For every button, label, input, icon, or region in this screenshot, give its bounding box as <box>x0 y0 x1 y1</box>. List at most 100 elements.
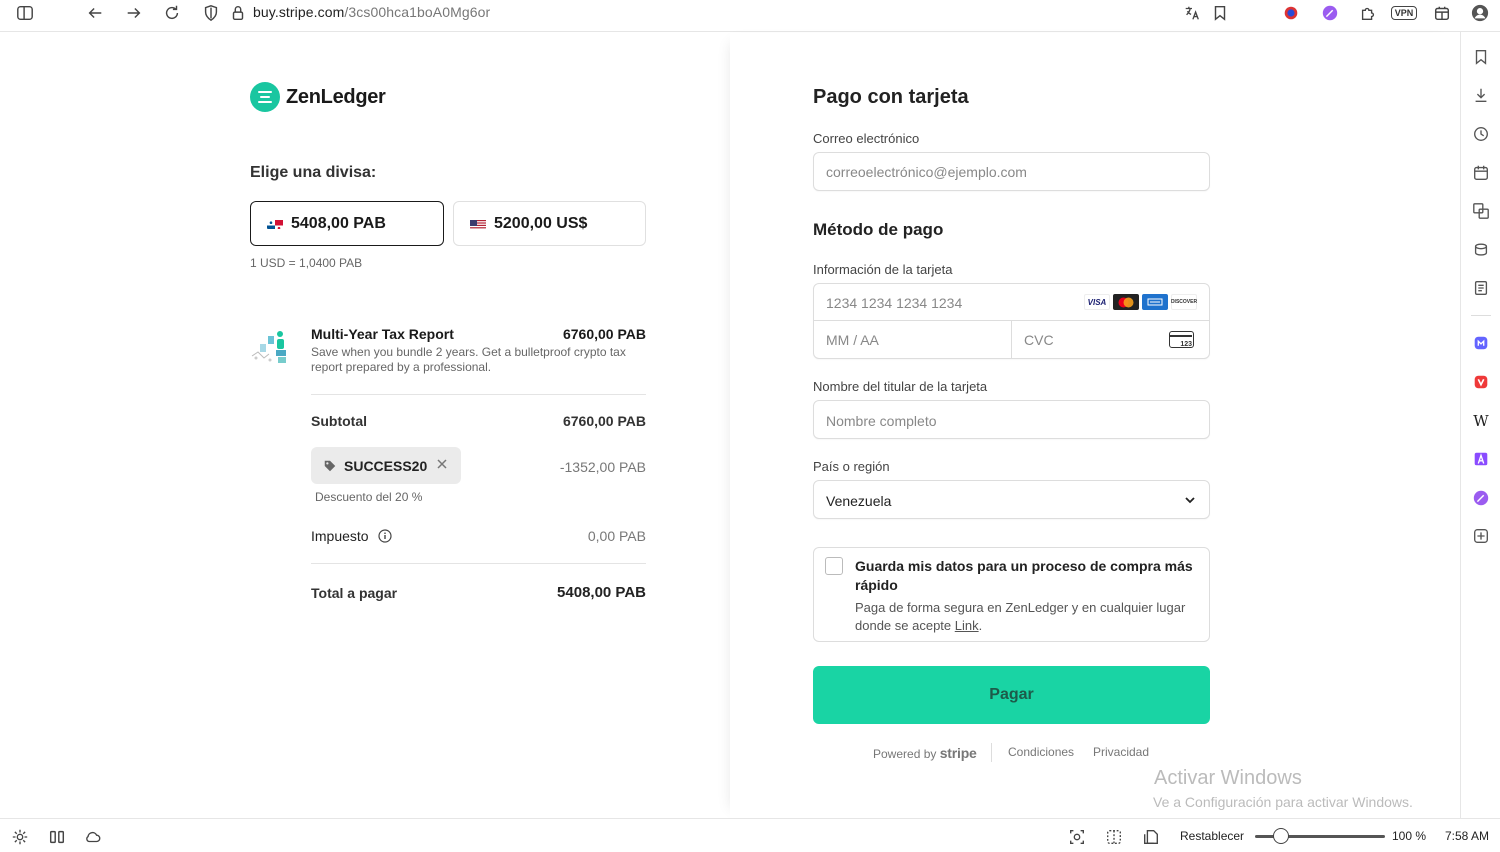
save-info-checkbox[interactable] <box>825 557 843 575</box>
extension-feather-sidebar-icon[interactable] <box>1470 487 1492 509</box>
divider <box>311 563 646 564</box>
extensions-puzzle-icon[interactable] <box>1355 1 1381 25</box>
product-price: 6760,00 PAB <box>562 326 646 342</box>
powered-by-stripe[interactable]: Powered by stripe <box>873 745 977 761</box>
wallet-icon[interactable] <box>1429 1 1455 25</box>
url-path: /3cs00hca1boA0Mg6or <box>344 4 491 20</box>
currency-label: Elige una divisa: <box>250 164 377 181</box>
country-label: País o región <box>813 459 890 474</box>
email-label: Correo electrónico <box>813 131 920 146</box>
notes-icon[interactable] <box>1470 277 1492 299</box>
cardholder-name-field[interactable]: Nombre completo <box>813 400 1210 439</box>
subtotal-label: Subtotal <box>311 413 367 429</box>
promo-code-chip: SUCCESS20 <box>311 447 461 484</box>
url-host: buy.stripe.com <box>253 4 345 20</box>
sidebar-divider <box>1471 315 1491 316</box>
clock-time: 7:58 AM <box>1445 829 1490 843</box>
country-select[interactable]: Venezuela <box>813 480 1210 519</box>
bookmarks-icon[interactable] <box>1470 46 1492 68</box>
downloads-icon[interactable] <box>1470 84 1492 106</box>
tax-label: Impuesto <box>311 528 393 546</box>
vivaldi-icon[interactable] <box>1470 371 1492 393</box>
save-info-box: Guarda mis datos para un proceso de comp… <box>813 547 1210 642</box>
save-info-desc-suffix: . <box>978 618 983 633</box>
pay-button-label: Pagar <box>989 686 1034 703</box>
promo-code-label: SUCCESS20 <box>344 457 428 474</box>
browser-toolbar: buy.stripe.com/3cs00hca1boA0Mg6or VPN <box>0 0 1500 32</box>
tab-stack-icon[interactable] <box>1470 239 1492 261</box>
country-value: Venezuela <box>826 493 892 509</box>
reload-icon[interactable] <box>159 1 185 25</box>
cvc-badge-text: 123 <box>1180 341 1192 348</box>
zoom-reset-button[interactable]: Restablecer <box>1180 829 1244 843</box>
wikipedia-icon[interactable]: W <box>1470 410 1492 432</box>
extension-feather-icon[interactable] <box>1317 1 1343 25</box>
expiry-input[interactable]: MM / AA <box>814 321 1012 358</box>
add-panel-icon[interactable] <box>1470 525 1492 547</box>
zoom-slider-handle[interactable] <box>1273 828 1289 844</box>
email-field[interactable]: correoelectrónico@ejemplo.com <box>813 152 1210 191</box>
tax-label-text: Impuesto <box>311 528 369 544</box>
product-description: Save when you bundle 2 years. Get a bull… <box>311 345 626 374</box>
translate-icon[interactable] <box>1179 1 1205 25</box>
extension-globe-icon[interactable] <box>1278 1 1304 25</box>
sidebar-toggle-icon[interactable] <box>12 1 38 25</box>
privacy-link[interactable]: Privacidad <box>1093 745 1149 759</box>
dictionary-a-icon[interactable] <box>1470 448 1492 470</box>
link-anchor[interactable]: Link <box>955 618 979 633</box>
mastodon-icon[interactable] <box>1470 332 1492 354</box>
panama-flag-icon <box>267 218 283 229</box>
browser-statusbar: Restablecer 100 % 7:58 AM <box>0 818 1500 852</box>
zoom-level: 100 % <box>1392 829 1427 843</box>
discover-icon: DISCOVER <box>1171 294 1197 310</box>
powered-by-text: Powered by <box>873 747 937 761</box>
info-icon[interactable] <box>378 529 393 546</box>
history-icon[interactable] <box>1470 123 1492 145</box>
amex-icon <box>1142 294 1168 310</box>
profile-avatar-icon[interactable] <box>1467 1 1493 25</box>
bookmark-icon[interactable] <box>1207 1 1233 25</box>
currency-option-label: 5408,00 PAB <box>291 214 386 232</box>
back-arrow-icon[interactable] <box>82 1 108 25</box>
brand-header: ZenLedger <box>250 82 386 112</box>
terms-link[interactable]: Condiciones <box>1008 745 1074 759</box>
remove-promo-close-icon[interactable] <box>435 457 449 471</box>
address-bar[interactable]: buy.stripe.com/3cs00hca1boA0Mg6or <box>253 4 490 20</box>
visa-icon: VISA <box>1084 294 1110 310</box>
browser-sidebar: W <box>1460 32 1500 818</box>
product-image <box>250 326 292 366</box>
tiling-icon[interactable] <box>1104 827 1124 847</box>
save-info-desc-text: Paga de forma segura en ZenLedger y en c… <box>855 600 1186 633</box>
settings-gear-icon[interactable] <box>10 827 30 847</box>
shield-icon[interactable] <box>198 1 224 25</box>
total-label: Total a pagar <box>311 585 398 601</box>
cardholder-placeholder: Nombre completo <box>826 413 937 429</box>
save-info-title: Guarda mis datos para un proceso de comp… <box>855 558 1193 593</box>
card-info-group: 1234 1234 1234 1234 VISA DISCOVER MM / A… <box>813 283 1210 359</box>
vpn-icon[interactable]: VPN <box>1389 1 1419 25</box>
currency-option-usd[interactable]: 5200,00 US$ <box>453 201 646 246</box>
card-number-input[interactable]: 1234 1234 1234 1234 VISA DISCOVER <box>814 284 1209 321</box>
cvc-card-icon: 123 <box>1169 331 1194 348</box>
translate-panel-icon[interactable] <box>1470 200 1492 222</box>
zoom-slider[interactable] <box>1255 828 1385 844</box>
promo-note: Descuento del 20 % <box>315 490 423 504</box>
cloud-sync-icon[interactable] <box>83 827 103 847</box>
panel-toggle-icon[interactable] <box>47 827 67 847</box>
total-value: 5408,00 PAB <box>557 584 646 601</box>
product-name: Multi-Year Tax Report <box>311 326 454 342</box>
subtotal-value: 6760,00 PAB <box>562 413 646 429</box>
page-actions-icon[interactable] <box>1141 827 1161 847</box>
card-info-label: Información de la tarjeta <box>813 262 953 277</box>
pay-button[interactable]: Pagar <box>813 666 1210 724</box>
calendar-icon[interactable] <box>1470 162 1492 184</box>
capture-icon[interactable] <box>1067 827 1087 847</box>
forward-arrow-icon[interactable] <box>121 1 147 25</box>
cardholder-label: Nombre del titular de la tarjeta <box>813 379 988 394</box>
promo-discount-value: -1352,00 PAB <box>559 459 646 475</box>
cvc-input[interactable]: CVC 123 <box>1012 321 1209 358</box>
lock-icon[interactable] <box>225 1 251 25</box>
currency-option-pab[interactable]: 5408,00 PAB <box>250 201 444 246</box>
save-info-description: Paga de forma segura en ZenLedger y en c… <box>855 599 1200 635</box>
expiry-placeholder: MM / AA <box>826 332 879 348</box>
